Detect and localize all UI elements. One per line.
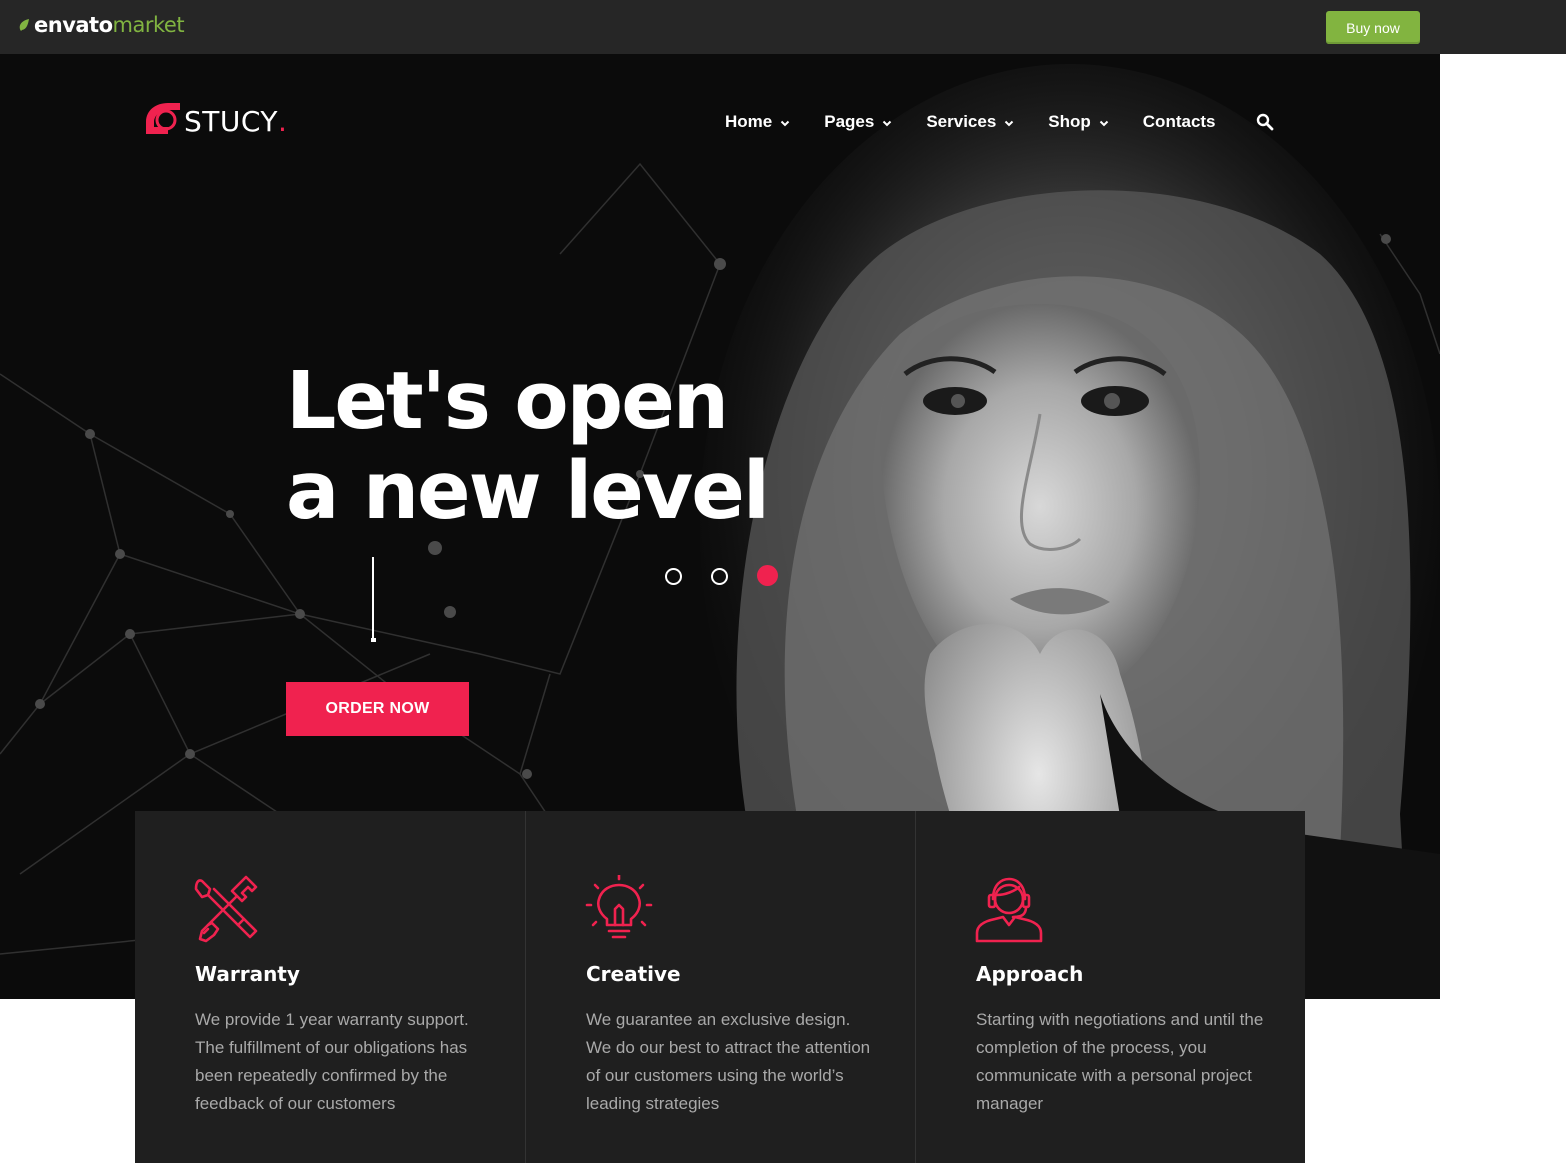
feature-card-approach: Approach Starting with negotiations and … — [915, 811, 1305, 1163]
support-agent-icon — [975, 877, 1043, 943]
buy-now-button[interactable]: Buy now — [1326, 11, 1420, 44]
envato-leaf-icon — [19, 19, 29, 31]
slider-dot-2[interactable] — [711, 567, 728, 585]
nav-item-shop[interactable]: Shop — [1048, 112, 1109, 132]
feature-title: Warranty — [195, 962, 300, 986]
text-cursor-end — [371, 638, 376, 642]
nav-item-contacts[interactable]: Contacts — [1143, 112, 1216, 132]
nav-item-label: Home — [725, 112, 773, 131]
brand-name: STUCY — [184, 105, 279, 138]
features-section: Warranty We provide 1 year warranty supp… — [135, 811, 1305, 1163]
text-cursor-line — [372, 557, 374, 641]
envato-top-bar: envato market Buy now — [0, 0, 1566, 54]
slider-dot-1[interactable] — [665, 567, 682, 585]
search-icon[interactable] — [1256, 113, 1274, 131]
nav-item-pages[interactable]: Pages — [824, 112, 892, 132]
nav-item-home[interactable]: Home — [725, 112, 790, 132]
feature-title: Creative — [586, 962, 681, 986]
slider-pagination — [665, 565, 807, 586]
tools-icon — [194, 875, 258, 943]
nav-item-services[interactable]: Services — [926, 112, 1014, 132]
headline-line-2: a new level — [286, 445, 770, 537]
nav-item-label: Shop — [1048, 112, 1091, 131]
hero-headline: Let's open a new level — [286, 355, 770, 537]
nav-item-label: Contacts — [1142, 112, 1216, 131]
envato-logo-text: envato — [34, 13, 113, 37]
chevron-down-icon — [1099, 120, 1108, 127]
market-logo-text: market — [112, 13, 185, 37]
feature-card-creative: Creative We guarantee an exclusive desig… — [525, 811, 915, 1163]
chevron-down-icon — [781, 120, 790, 127]
site-logo[interactable]: STUCY . — [142, 100, 287, 136]
feature-card-warranty: Warranty We provide 1 year warranty supp… — [135, 811, 525, 1163]
chevron-down-icon — [1005, 120, 1014, 127]
order-now-button[interactable]: ORDER NOW — [286, 682, 469, 736]
feature-title: Approach — [976, 962, 1084, 986]
feature-description: We guarantee an exclusive design. We do … — [586, 1010, 871, 1113]
slider-dot-3-active[interactable] — [757, 565, 778, 586]
feature-description: Starting with negotiations and until the… — [976, 1010, 1264, 1113]
headline-line-1: Let's open — [286, 355, 729, 447]
envato-market-logo[interactable]: envato market — [19, 13, 185, 37]
nav-item-label: Services — [926, 112, 997, 131]
stucy-logo-icon — [146, 103, 180, 134]
brand-dot: . — [278, 105, 287, 138]
lightbulb-icon — [585, 875, 653, 939]
nav-item-label: Pages — [824, 112, 875, 131]
chevron-down-icon — [883, 120, 892, 127]
main-nav: Home Pages Services Shop Contacts — [725, 112, 1274, 132]
feature-description: We provide 1 year warranty support. The … — [195, 1010, 469, 1113]
